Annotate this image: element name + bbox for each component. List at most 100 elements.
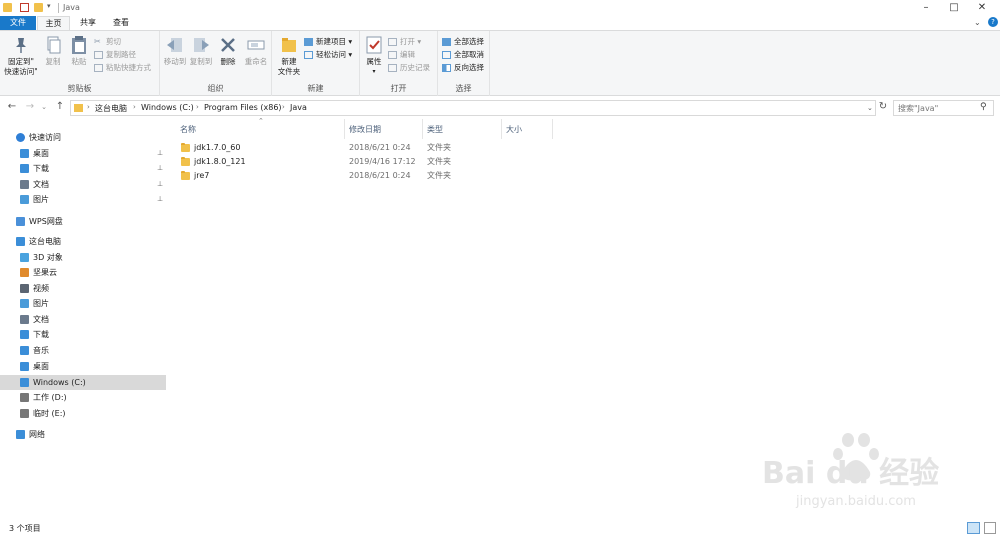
sidebar-item[interactable]: 视频 xyxy=(0,281,166,296)
column-divider[interactable] xyxy=(344,119,345,139)
sidebar-item[interactable]: 这台电脑 xyxy=(0,234,166,249)
table-row[interactable]: jre7 2018/6/21 0:24 文件夹 xyxy=(176,169,1000,183)
sidebar-item[interactable]: 网络 xyxy=(0,427,166,442)
sidebar-item[interactable]: 图片 ⊥ xyxy=(0,192,166,207)
pin-quick-access-button[interactable]: 固定到" 快速访问" xyxy=(2,35,40,77)
sidebar-item[interactable]: WPS网盘 xyxy=(0,214,166,229)
sidebar-item[interactable]: 文档 xyxy=(0,312,166,327)
pin-label-line2: 快速访问" xyxy=(4,67,38,76)
sidebar-item-label: 桌面 xyxy=(33,149,49,158)
sidebar-item-label: 工作 (D:) xyxy=(33,393,67,402)
sidebar-item[interactable]: 工作 (D:) xyxy=(0,390,166,405)
file-date: 2018/6/21 0:24 xyxy=(349,143,411,152)
search-icon[interactable]: ⚲ xyxy=(980,102,987,112)
folder-icon xyxy=(181,143,190,152)
quick-access-dropdown-icon[interactable]: ▾ xyxy=(47,2,51,10)
select-all-button[interactable]: 全部选择 xyxy=(442,36,484,48)
new-item-button[interactable]: 新建项目 ▾ xyxy=(304,36,352,48)
history-button[interactable]: 历史记录 xyxy=(388,62,430,74)
paste-button[interactable]: 粘贴 xyxy=(66,35,92,67)
rename-button[interactable]: 重命名 xyxy=(242,35,270,67)
delete-label: 删除 xyxy=(220,57,236,66)
sidebar-item[interactable]: 文档 ⊥ xyxy=(0,177,166,192)
drive-icon xyxy=(20,409,29,418)
address-bar[interactable]: › 这台电脑 › Windows (C:) › Program Files (x… xyxy=(70,100,876,116)
address-dropdown-icon[interactable]: ⌄ xyxy=(867,104,873,112)
recent-locations-icon[interactable]: ⌄ xyxy=(38,103,50,111)
help-icon[interactable]: ? xyxy=(988,17,998,27)
file-type: 文件夹 xyxy=(427,157,451,166)
column-header-type[interactable]: 类型 xyxy=(427,123,443,137)
search-box[interactable]: 搜索"Java" ⚲ xyxy=(893,100,994,116)
new-group-label: 新建 xyxy=(307,84,324,93)
copy-to-button[interactable]: 复制到 xyxy=(188,35,214,67)
new-folder-button[interactable]: 新建 文件夹 xyxy=(274,35,304,77)
table-row[interactable]: jdk1.7.0_60 2018/6/21 0:24 文件夹 xyxy=(176,141,1000,155)
history-icon xyxy=(388,64,397,72)
details-view-icon[interactable] xyxy=(967,522,980,534)
breadcrumb-this-pc[interactable]: 这台电脑 xyxy=(95,103,127,114)
properties-icon xyxy=(364,35,384,55)
easy-access-button[interactable]: 轻松访问 ▾ xyxy=(304,49,352,61)
sidebar-item[interactable]: 快速访问 xyxy=(0,130,166,145)
invert-selection-button[interactable]: 反向选择 xyxy=(442,62,484,74)
sidebar-item-label: 视频 xyxy=(33,284,49,293)
navigation-pane: 快速访问 桌面 ⊥ 下载 ⊥ 文档 ⊥ 图片 ⊥ WPS网盘 这台电脑 3D 对象 坚果云 视频 图片 文档下… xyxy=(0,126,166,516)
column-divider[interactable] xyxy=(422,119,423,139)
open-button[interactable]: 打开 ▾ xyxy=(388,36,421,48)
refresh-icon[interactable]: ↻ xyxy=(877,101,889,112)
sidebar-item[interactable]: 图片 xyxy=(0,296,166,311)
paste-shortcut-button[interactable]: 粘贴快捷方式 xyxy=(94,62,151,74)
cut-button[interactable]: ✂ 剪切 xyxy=(94,36,121,48)
move-to-button[interactable]: 移动到 xyxy=(162,35,188,67)
breadcrumb-program-files-x86[interactable]: Program Files (x86) xyxy=(204,103,282,112)
column-header-name[interactable]: 名称 xyxy=(180,123,196,137)
back-arrow-icon[interactable]: ← xyxy=(6,101,18,112)
select-none-button[interactable]: 全部取消 xyxy=(442,49,484,61)
up-arrow-icon[interactable]: ↑ xyxy=(54,101,66,112)
properties-dropdown-icon[interactable]: ▾ xyxy=(362,67,386,77)
sidebar-item[interactable]: 桌面 ⊥ xyxy=(0,146,166,161)
file-date: 2019/4/16 17:12 xyxy=(349,157,416,166)
search-input[interactable]: 搜索"Java" xyxy=(898,103,938,114)
breadcrumb-java[interactable]: Java xyxy=(290,103,307,112)
copy-button[interactable]: 复制 xyxy=(40,35,66,67)
sidebar-item-label: 坚果云 xyxy=(33,268,57,277)
pinned-icon: ⊥ xyxy=(157,195,164,203)
sidebar-item[interactable]: 音乐 xyxy=(0,343,166,358)
close-button[interactable]: ✕ xyxy=(962,0,1000,16)
sidebar-item[interactable]: 坚果云 xyxy=(0,265,166,280)
tab-file[interactable]: 文件 xyxy=(0,16,36,30)
forward-arrow-icon[interactable]: → xyxy=(24,101,36,112)
sidebar-item[interactable]: 下载 xyxy=(0,327,166,342)
sidebar-item[interactable]: 下载 ⊥ xyxy=(0,161,166,176)
column-header-date[interactable]: 修改日期 xyxy=(349,123,381,137)
collapse-ribbon-icon[interactable]: ⌄ xyxy=(974,18,981,27)
tab-view[interactable]: 查看 xyxy=(105,16,137,30)
edit-button[interactable]: 编辑 xyxy=(388,49,415,61)
copy-path-button[interactable]: 复制路径 xyxy=(94,49,136,61)
column-divider[interactable] xyxy=(552,119,553,139)
sidebar-item-label: 桌面 xyxy=(33,362,49,371)
download-icon xyxy=(20,164,29,173)
sidebar-item[interactable]: 桌面 xyxy=(0,359,166,374)
tab-share[interactable]: 共享 xyxy=(72,16,104,30)
organize-group-label: 组织 xyxy=(207,84,224,93)
delete-button[interactable]: 删除 xyxy=(216,35,240,67)
column-divider[interactable] xyxy=(501,119,502,139)
table-row[interactable]: jdk1.8.0_121 2019/4/16 17:12 文件夹 xyxy=(176,155,1000,169)
tab-home[interactable]: 主页 xyxy=(37,16,70,30)
cut-label: 剪切 xyxy=(106,37,121,46)
column-header-size[interactable]: 大小 xyxy=(506,123,522,137)
sidebar-item[interactable]: 3D 对象 xyxy=(0,250,166,265)
properties-button[interactable]: 属性 ▾ xyxy=(362,35,386,77)
properties-check-icon[interactable] xyxy=(20,3,29,12)
large-icons-view-icon[interactable] xyxy=(984,522,996,534)
sidebar-item[interactable]: 临时 (E:) xyxy=(0,406,166,421)
new-folder-quick-icon[interactable] xyxy=(34,3,43,12)
sidebar-item-label: 下载 xyxy=(33,164,49,173)
sidebar-item[interactable]: Windows (C:) xyxy=(0,375,166,390)
crumb-separator: › xyxy=(196,103,199,111)
breadcrumb-windows-c[interactable]: Windows (C:) xyxy=(141,103,194,112)
sidebar-item-label: 图片 xyxy=(33,299,49,308)
